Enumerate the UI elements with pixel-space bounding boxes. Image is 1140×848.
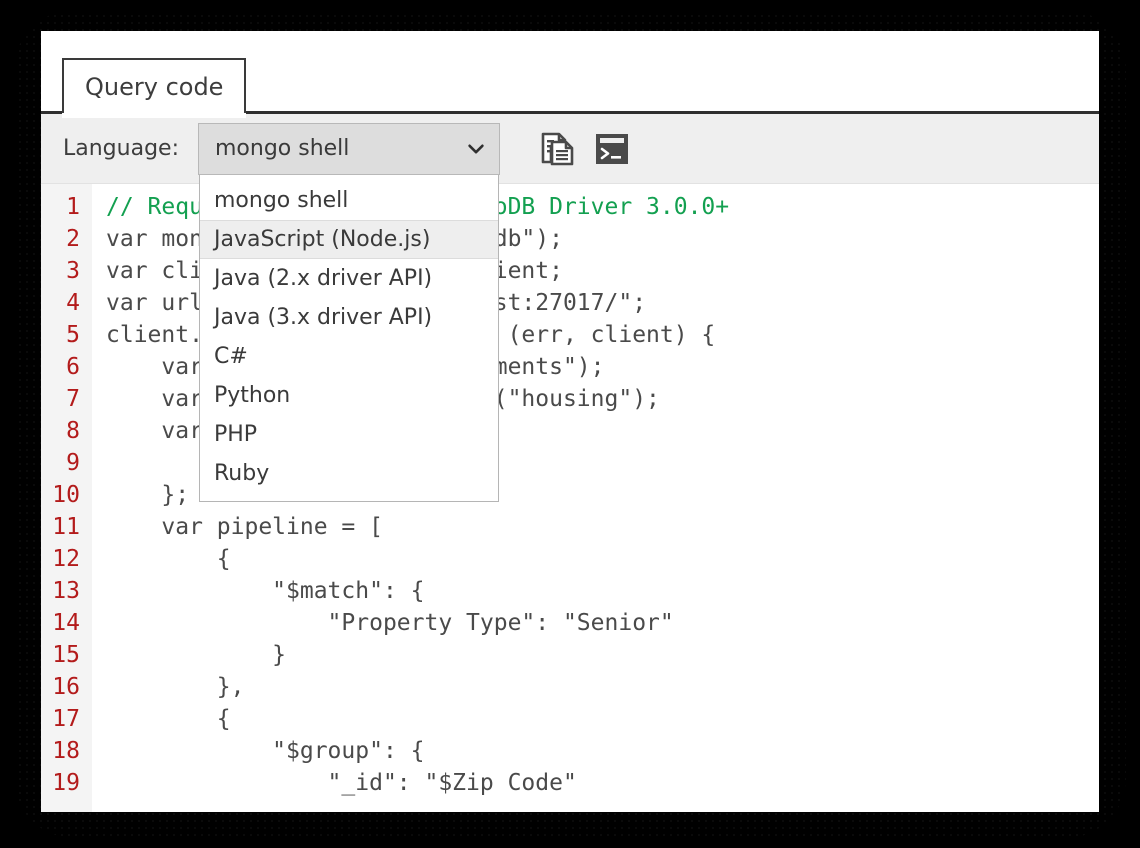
code-line: "$match": { [106,578,425,604]
line-number: 10 [52,482,80,508]
toolbar-icon-group [538,129,632,169]
chevron-down-icon [468,144,484,153]
line-number: 2 [66,226,80,252]
code-line: var pipeline = [ [106,514,383,540]
code-line: "Property Type": "Senior" [106,610,674,636]
line-number: 17 [52,706,80,732]
code-line: } [106,642,287,668]
language-option-java-3x[interactable]: Java (3.x driver API) [200,298,498,337]
line-number-gutter: 1 2 3 4 5 6 7 8 9 10 11 12 13 14 15 16 17 18 19 [41,184,92,812]
language-select-value: mongo shell [214,136,350,161]
line-number: 15 [52,642,80,668]
code-line: }, [106,674,245,700]
language-label: Language: [63,136,179,161]
line-number: 16 [52,674,80,700]
language-option-mongo-shell[interactable]: mongo shell [200,181,498,220]
tab-query-code-label: Query code [85,73,224,101]
language-option-php[interactable]: PHP [200,415,498,454]
language-option-python[interactable]: Python [200,376,498,415]
line-number: 3 [66,258,80,284]
language-select-menu[interactable]: mongo shell JavaScript (Node.js) Java (2… [198,173,499,502]
line-number: 6 [66,354,80,380]
code-line: { [106,546,231,572]
copy-documents-icon [541,132,574,165]
line-number: 12 [52,546,80,572]
tab-strip: Query code [41,31,1099,118]
line-number: 9 [66,450,80,476]
copy-code-button[interactable] [538,129,578,169]
language-option-java-2x[interactable]: Java (2.x driver API) [200,259,498,298]
open-in-shell-button[interactable] [592,129,632,169]
query-code-window: Query code Language: mongo shell mongo s… [41,31,1099,812]
language-select-wrapper: mongo shell mongo shell JavaScript (Node… [197,122,500,502]
language-option-javascript-nodejs[interactable]: JavaScript (Node.js) [199,219,498,259]
line-number: 14 [52,610,80,636]
line-number: 11 [52,514,80,540]
line-number: 1 [66,194,80,220]
code-line: "_id": "$Zip Code" [106,770,577,796]
line-number: 7 [66,386,80,412]
terminal-console-icon [595,133,628,164]
tab-query-code[interactable]: Query code [61,58,247,118]
language-option-ruby[interactable]: Ruby [200,454,498,493]
line-number: 5 [66,322,80,348]
query-code-toolbar: Language: mongo shell mongo shell JavaSc… [41,114,1099,502]
line-number: 18 [52,738,80,764]
line-number: 13 [52,578,80,604]
language-select[interactable]: mongo shell [197,122,500,175]
code-line: "$group": { [106,738,425,764]
language-option-csharp[interactable]: C# [200,337,498,376]
line-number: 19 [52,770,80,796]
line-number: 4 [66,290,80,316]
line-number: 8 [66,418,80,444]
code-line: { [106,706,231,732]
